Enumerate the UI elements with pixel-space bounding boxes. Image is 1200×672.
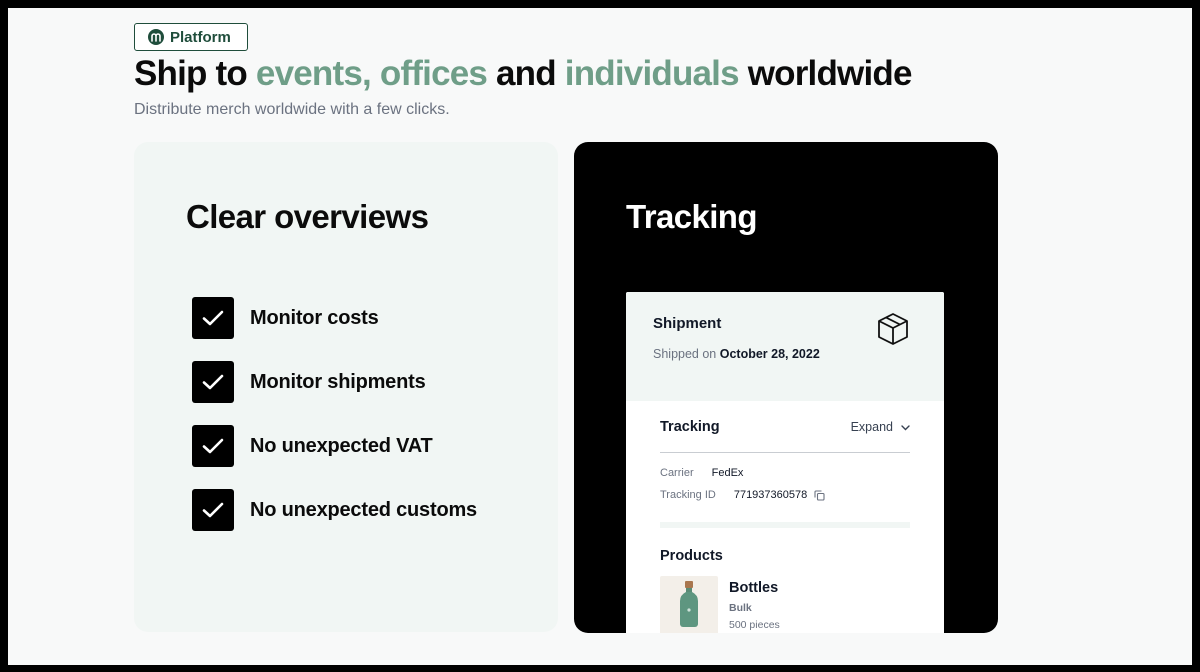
title-accent-individuals: individuals — [564, 54, 740, 93]
package-box-icon — [876, 312, 910, 351]
check-icon — [192, 297, 234, 339]
check-icon — [192, 361, 234, 403]
feature-item-monitor-shipments: Monitor shipments — [192, 361, 477, 403]
feature-label: No unexpected VAT — [250, 434, 433, 457]
page-frame: Platform Ship to events, offices and ind… — [8, 8, 1192, 665]
feature-item-no-unexpected-vat: No unexpected VAT — [192, 425, 477, 467]
platform-badge-label: Platform — [170, 28, 231, 46]
feature-label: No unexpected customs — [250, 498, 477, 521]
title-part-3: and — [487, 54, 565, 93]
title-part-1: Ship to — [134, 54, 256, 93]
expand-button[interactable]: Expand — [851, 420, 910, 434]
title-part-5: worldwide — [738, 54, 913, 93]
tracking-section-header: Tracking Expand — [660, 419, 910, 435]
overviews-card: Clear overviews Monitor costs Monitor sh… — [134, 142, 558, 632]
title-accent-events-offices: events, offices — [255, 54, 488, 93]
feature-label: Monitor costs — [250, 306, 379, 329]
shipped-date-value: October 28, 2022 — [719, 347, 820, 361]
overviews-title: Clear overviews — [186, 198, 429, 235]
products-title: Products — [660, 548, 723, 564]
carrier-row: Carrier FedEx — [660, 467, 743, 479]
platform-badge[interactable]: Platform — [134, 23, 248, 51]
bottle-icon — [678, 580, 700, 633]
page-title: Ship to events, offices and individuals … — [134, 54, 912, 94]
feature-item-no-unexpected-customs: No unexpected customs — [192, 489, 477, 531]
check-icon — [192, 425, 234, 467]
page-subtitle: Distribute merch worldwide with a few cl… — [134, 101, 450, 118]
tracking-divider — [660, 452, 910, 453]
section-separator — [660, 522, 910, 528]
shipped-prefix: Shipped on — [653, 347, 720, 361]
chevron-down-icon — [901, 420, 910, 434]
shipped-date: Shipped on October 28, 2022 — [653, 346, 823, 363]
product-name: Bottles — [729, 580, 779, 596]
tracking-id-value: 771937360578 — [733, 489, 808, 501]
carrier-label: Carrier — [660, 467, 694, 479]
platform-logo-icon — [148, 29, 164, 45]
expand-label: Expand — [850, 420, 893, 434]
feature-list: Monitor costs Monitor shipments No unexp… — [192, 297, 477, 553]
copy-icon[interactable] — [814, 489, 825, 501]
product-thumbnail — [660, 576, 718, 633]
tracking-card: Tracking Shipment Shipped on October 28,… — [574, 142, 998, 633]
product-variant: Bulk — [729, 602, 752, 614]
carrier-value: FedEx — [711, 467, 744, 479]
feature-label: Monitor shipments — [250, 370, 426, 393]
check-icon — [192, 489, 234, 531]
feature-item-monitor-costs: Monitor costs — [192, 297, 477, 339]
tracking-card-title: Tracking — [626, 198, 758, 235]
tracking-id-label: Tracking ID — [660, 489, 716, 501]
product-quantity: 500 pieces — [729, 619, 780, 631]
shipment-header: Shipment Shipped on October 28, 2022 — [626, 292, 944, 401]
tracking-id-row: Tracking ID 771937360578 — [660, 489, 825, 501]
shipment-title: Shipment — [653, 315, 722, 332]
tracking-section-title: Tracking — [660, 419, 720, 435]
shipment-panel: Shipment Shipped on October 28, 2022 Tra… — [626, 292, 944, 633]
